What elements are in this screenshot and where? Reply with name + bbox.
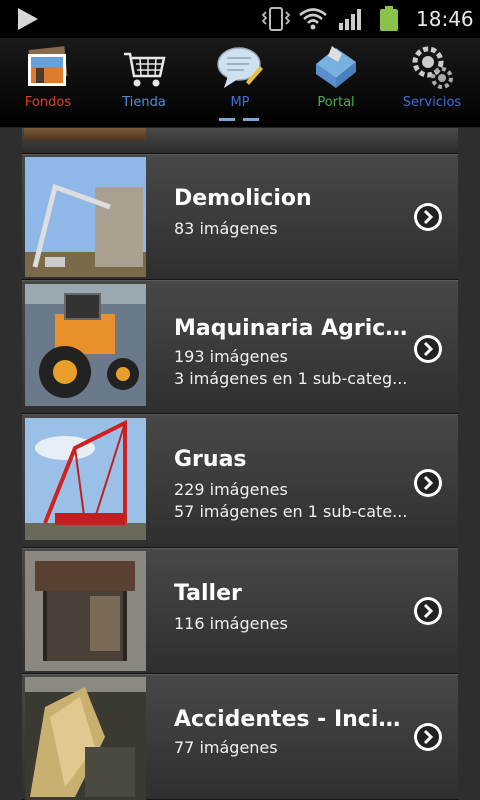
cart-icon <box>124 52 166 87</box>
list-item[interactable]: Accidentes - Incid... 77 imágenes <box>22 674 458 800</box>
category-title: Maquinaria Agricola <box>174 316 414 341</box>
category-title: Taller <box>174 581 242 606</box>
status-bar: 18:46 <box>0 0 480 38</box>
list-item[interactable]: Taller 116 imágenes <box>22 548 458 674</box>
tab-label: Fondos <box>24 95 72 110</box>
list-item[interactable]: Demolicion 83 imágenes <box>22 154 458 280</box>
photos-icon <box>28 46 68 86</box>
thumbnail <box>25 551 146 671</box>
chevron-right-icon[interactable] <box>414 723 442 751</box>
gear-icon <box>412 46 453 89</box>
tab-bar: Fondos Tienda MP Portal Servicios <box>0 38 480 128</box>
list-item[interactable]: Gruas 229 imágenes 57 imágenes en 1 sub-… <box>22 414 458 548</box>
thumbnail <box>24 128 146 141</box>
thumbnail <box>25 677 146 800</box>
category-title: Accidentes - Incid... <box>174 707 406 732</box>
selected-indicator <box>243 118 259 121</box>
category-title: Demolicion <box>174 186 312 211</box>
tab-label: MP <box>230 95 250 110</box>
chevron-right-icon[interactable] <box>414 597 442 625</box>
thumbnail <box>25 157 146 277</box>
tab-label: Portal <box>317 95 355 110</box>
subcategory-count: 3 imágenes en 1 sub-categ... <box>174 369 408 388</box>
signal-icon <box>339 9 361 30</box>
clock: 18:46 <box>416 7 474 31</box>
image-count: 193 imágenes <box>174 347 288 366</box>
list-item[interactable] <box>22 128 458 154</box>
subcategory-count: 57 imágenes en 1 sub-cate... <box>174 502 408 521</box>
tab-label: Servicios <box>402 95 462 110</box>
tab-label: Tienda <box>122 95 166 110</box>
tab-portal[interactable]: Portal <box>288 38 384 128</box>
image-count: 229 imágenes <box>174 480 288 499</box>
chevron-right-icon[interactable] <box>414 203 442 231</box>
chevron-right-icon[interactable] <box>414 469 442 497</box>
tab-servicios[interactable]: Servicios <box>384 38 480 128</box>
tab-mp[interactable]: MP <box>192 38 288 128</box>
selected-indicator <box>219 118 235 121</box>
image-count: 116 imágenes <box>174 614 288 633</box>
category-list[interactable]: Demolicion 83 imágenes Maquinaria Agrico… <box>22 128 458 800</box>
globe-icon <box>316 46 356 88</box>
wifi-icon <box>299 8 327 30</box>
battery-icon <box>380 6 398 31</box>
speech-bubble-icon <box>217 47 263 88</box>
thumbnail <box>25 284 146 406</box>
thumbnail <box>25 418 146 540</box>
tab-fondos[interactable]: Fondos <box>0 38 96 128</box>
list-item[interactable]: Maquinaria Agricola 193 imágenes 3 imáge… <box>22 280 458 414</box>
tab-tienda[interactable]: Tienda <box>96 38 192 128</box>
chevron-right-icon[interactable] <box>414 335 442 363</box>
vibrate-icon <box>261 7 291 31</box>
play-icon <box>18 8 38 30</box>
image-count: 83 imágenes <box>174 219 278 238</box>
image-count: 77 imágenes <box>174 738 278 757</box>
category-title: Gruas <box>174 447 247 472</box>
